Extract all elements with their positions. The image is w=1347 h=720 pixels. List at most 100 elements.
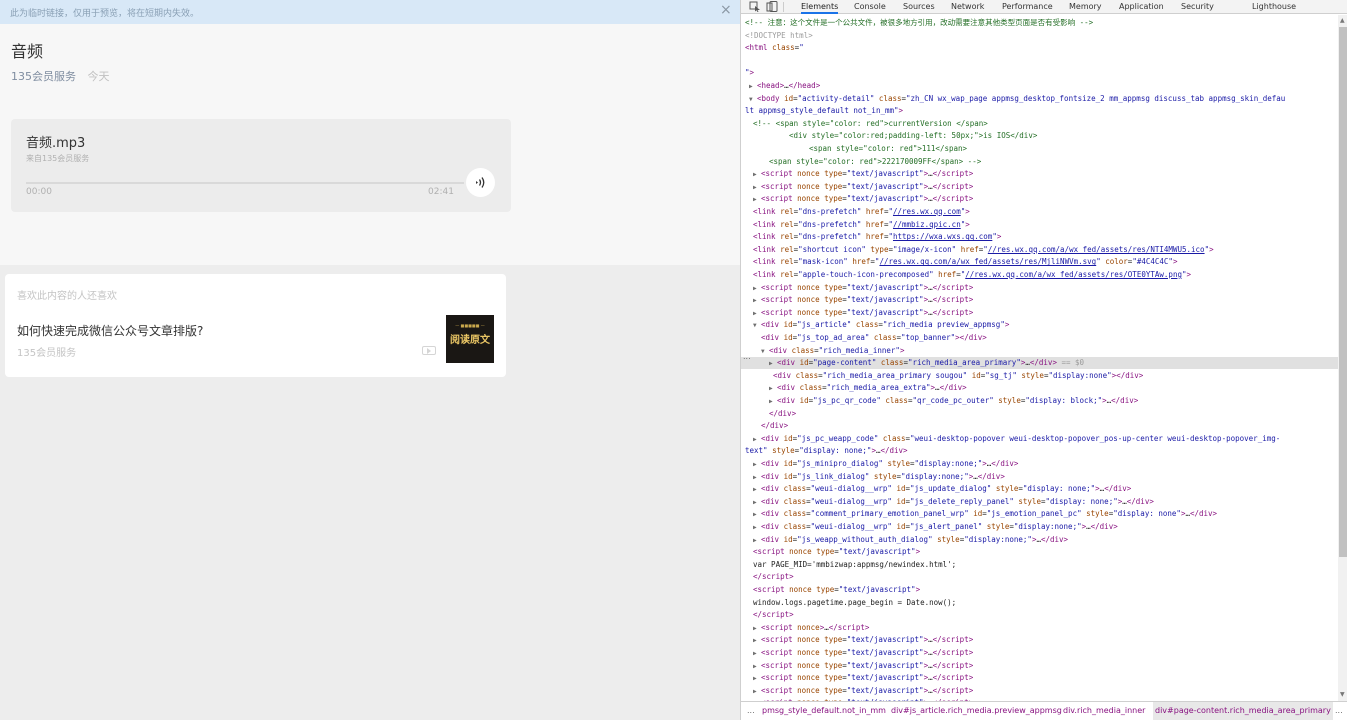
dom-node-line[interactable]: ▶ <script nonce>…</script> <box>741 622 869 634</box>
breadcrumb-item[interactable]: pmsg_style_default.not_in_mm <box>762 702 886 720</box>
dom-node-line[interactable]: ▶ <div class="weui-dialog__wrp" id="js_al… <box>741 521 1118 533</box>
dom-node-line[interactable]: <link rel="mask-icon" href="//res.wx.qq.… <box>741 256 1177 268</box>
breadcrumb-item[interactable]: div#page-content.rich_media_area_primary <box>1153 702 1333 720</box>
expand-toggle-icon[interactable]: ▶ <box>753 509 761 521</box>
expand-toggle-icon[interactable]: ▶ <box>753 686 761 698</box>
expand-toggle-icon[interactable]: ▶ <box>753 497 761 509</box>
tab-security[interactable]: Security <box>1181 0 1214 14</box>
dom-node-selected[interactable]: ▶ <div id="page-content" class="rich_medi… <box>741 357 1338 370</box>
close-icon[interactable]: × <box>720 2 732 18</box>
tab-application[interactable]: Application <box>1119 0 1164 14</box>
expand-toggle-icon[interactable]: ▶ <box>753 459 761 471</box>
dom-node-line[interactable]: <!DOCTYPE html> <box>741 30 813 42</box>
dom-node-line[interactable]: </div> <box>741 408 796 420</box>
dom-node-line[interactable]: ▶ <div id="js_link_dialog" style="display… <box>741 471 1005 483</box>
dom-node-line[interactable]: <div style="color:red;padding-left: 50px… <box>741 130 1037 142</box>
dom-node-line[interactable]: ▶ <div id="js_minipro_dialog" style="disp… <box>741 458 1018 470</box>
dom-node-line[interactable]: <html class=" <box>741 42 804 54</box>
dom-node-line[interactable]: ▶<script nonce type="text/javascript">…<… <box>741 660 973 672</box>
dom-node-line[interactable]: window.logs.pagetime.page_begin = Date.n… <box>741 597 956 609</box>
dom-node-line[interactable]: text" style="display: none;">…</div> <box>741 445 908 457</box>
dom-node-line[interactable]: ▶<script nonce type="text/javascript">…<… <box>741 647 973 659</box>
expand-toggle-icon[interactable]: ▶ <box>753 535 761 547</box>
expand-toggle-icon[interactable]: ▼ <box>753 320 761 332</box>
device-toolbar-icon[interactable] <box>766 1 778 12</box>
dom-node-line[interactable]: ▶<script nonce type="text/javascript">…<… <box>741 672 973 684</box>
breadcrumb-item[interactable]: ... <box>747 702 755 720</box>
scroll-thumb[interactable] <box>1339 27 1347 557</box>
scroll-up-icon[interactable]: ▲ <box>1340 17 1345 24</box>
expand-toggle-icon[interactable]: ▶ <box>753 661 761 673</box>
expand-toggle-icon[interactable]: ▶ <box>753 635 761 647</box>
expand-toggle-icon[interactable]: ▶ <box>753 295 761 307</box>
dom-node-line[interactable]: ▶<script nonce type="text/javascript">…<… <box>741 634 973 646</box>
dom-node-line[interactable]: </div> <box>741 420 788 432</box>
selected-node-menu[interactable]: ... <box>743 352 751 361</box>
dom-node-line[interactable]: ▼ <div id="js_article" class="rich_media … <box>741 319 1009 331</box>
related-item-thumbnail[interactable]: — ■■■■■ — 阅读原文 <box>446 315 494 363</box>
expand-toggle-icon[interactable]: ▼ <box>749 94 757 106</box>
dom-node-line[interactable]: <script nonce type="text/javascript"> <box>741 584 920 596</box>
dom-node-line[interactable]: ▼ <div class="rich_media_inner"> <box>741 345 904 357</box>
dom-node-line[interactable]: <link rel="dns-prefetch" href="//mmbiz.q… <box>741 219 970 231</box>
dom-node-line[interactable]: ▶<script nonce type="text/javascript">…<… <box>741 685 973 697</box>
expand-toggle-icon[interactable]: ▶ <box>753 472 761 484</box>
elements-tree[interactable]: <!-- 注意：这个文件是一个公共文件，被很多地方引用，改动需要注意其他类型页面… <box>741 15 1338 701</box>
tab-elements[interactable]: Elements <box>801 0 839 14</box>
expand-toggle-icon[interactable]: ▶ <box>753 283 761 295</box>
expand-toggle-icon[interactable]: ▶ <box>769 396 777 408</box>
dom-node-line[interactable]: <link rel="apple-touch-icon-precomposed"… <box>741 269 1191 281</box>
dom-node-line[interactable]: ▶ <div class="weui-dialog__wrp" id="js_up… <box>741 483 1131 495</box>
expand-toggle-icon[interactable]: ▶ <box>753 434 761 446</box>
dom-node-line[interactable]: </script> <box>741 609 794 621</box>
tab-performance[interactable]: Performance <box>1002 0 1053 14</box>
dom-node-line[interactable]: <span style="color: red">111</span> <box>741 143 967 155</box>
audio-play-button[interactable] <box>466 168 495 197</box>
expand-toggle-icon[interactable]: ▶ <box>769 358 777 370</box>
dom-node-line[interactable]: ▶ <div id="js_pc_weapp_code" class="weui-… <box>741 433 1280 445</box>
audio-player[interactable]: 音频.mp3 来自135会员服务 00:00 02:41 <box>11 119 511 212</box>
dom-node-line[interactable]: ▶ <head>…</head> <box>741 80 820 92</box>
dom-node-line[interactable]: "> <box>741 67 754 79</box>
dom-node-line[interactable]: <div class="rich_media_area_primary soug… <box>741 370 1143 382</box>
scroll-down-icon[interactable]: ▼ <box>1340 691 1345 698</box>
tab-memory[interactable]: Memory <box>1069 0 1102 14</box>
expand-toggle-icon[interactable]: ▶ <box>769 383 777 395</box>
expand-toggle-icon[interactable]: ▶ <box>753 648 761 660</box>
breadcrumb-item[interactable]: ... <box>1335 702 1343 720</box>
expand-toggle-icon[interactable]: ▶ <box>753 484 761 496</box>
dom-node-line[interactable]: <!-- 注意：这个文件是一个公共文件，被很多地方引用，改动需要注意其他类型页面… <box>741 17 1093 29</box>
inspect-element-icon[interactable] <box>749 1 761 12</box>
expand-toggle-icon[interactable]: ▶ <box>753 194 761 206</box>
dom-node-line[interactable]: ▼ <body id="activity-detail" class="zh_CN… <box>741 93 1285 105</box>
dom-node-line[interactable]: ▶<script nonce type="text/javascript">…<… <box>741 307 973 319</box>
dom-node-line[interactable]: <link rel="dns-prefetch" href="//res.wx.… <box>741 206 970 218</box>
expand-toggle-icon[interactable]: ▶ <box>753 623 761 635</box>
dom-node-line[interactable]: <script nonce type="text/javascript"> <box>741 546 920 558</box>
expand-toggle-icon[interactable]: ▶ <box>753 522 761 534</box>
tab-console[interactable]: Console <box>854 0 886 14</box>
dom-node-line[interactable]: ▶<script nonce type="text/javascript">…<… <box>741 181 973 193</box>
dom-node-line[interactable]: ▶<script nonce type="text/javascript">…<… <box>741 193 973 205</box>
elements-scrollbar[interactable]: ▲ ▼ <box>1338 15 1347 701</box>
dom-node-line[interactable]: ▶ <div id="js_pc_qr_code" class="qr_code_… <box>741 395 1138 407</box>
expand-toggle-icon[interactable]: ▶ <box>753 169 761 181</box>
related-item-title[interactable]: 如何快速完成微信公众号文章排版? <box>17 322 203 339</box>
dom-node-line[interactable]: ▶ <div class="rich_media_area_extra">…</d… <box>741 382 967 394</box>
expand-toggle-icon[interactable]: ▶ <box>753 182 761 194</box>
dom-node-line[interactable]: <link rel="shortcut icon" type="image/x-… <box>741 244 1214 256</box>
expand-toggle-icon[interactable]: ▶ <box>749 81 757 93</box>
dom-node-line[interactable] <box>741 55 745 67</box>
dom-node-line[interactable]: ▶<script nonce type="text/javascript">…<… <box>741 282 973 294</box>
expand-toggle-icon[interactable]: ▼ <box>761 346 769 358</box>
author-link[interactable]: 135会员服务 <box>11 70 76 83</box>
dom-node-line[interactable]: <link rel="dns-prefetch" href="https://w… <box>741 231 1001 243</box>
dom-node-line[interactable]: ▶ <div class="weui-dialog__wrp" id="js_de… <box>741 496 1154 508</box>
expand-toggle-icon[interactable]: ▶ <box>753 673 761 685</box>
dom-node-line[interactable]: <span style="color: red">222170009FF</sp… <box>741 156 981 168</box>
dom-node-line[interactable]: lt appmsg_style_default not_in_mm"> <box>741 105 903 117</box>
dom-node-line[interactable]: ▶<script nonce type="text/javascript">…<… <box>741 294 973 306</box>
dom-node-line[interactable]: ▶ <div id="js_weapp_without_auth_dialog" … <box>741 534 1068 546</box>
expand-toggle-icon[interactable]: ▶ <box>753 308 761 320</box>
tab-lighthouse[interactable]: Lighthouse <box>1252 0 1296 14</box>
